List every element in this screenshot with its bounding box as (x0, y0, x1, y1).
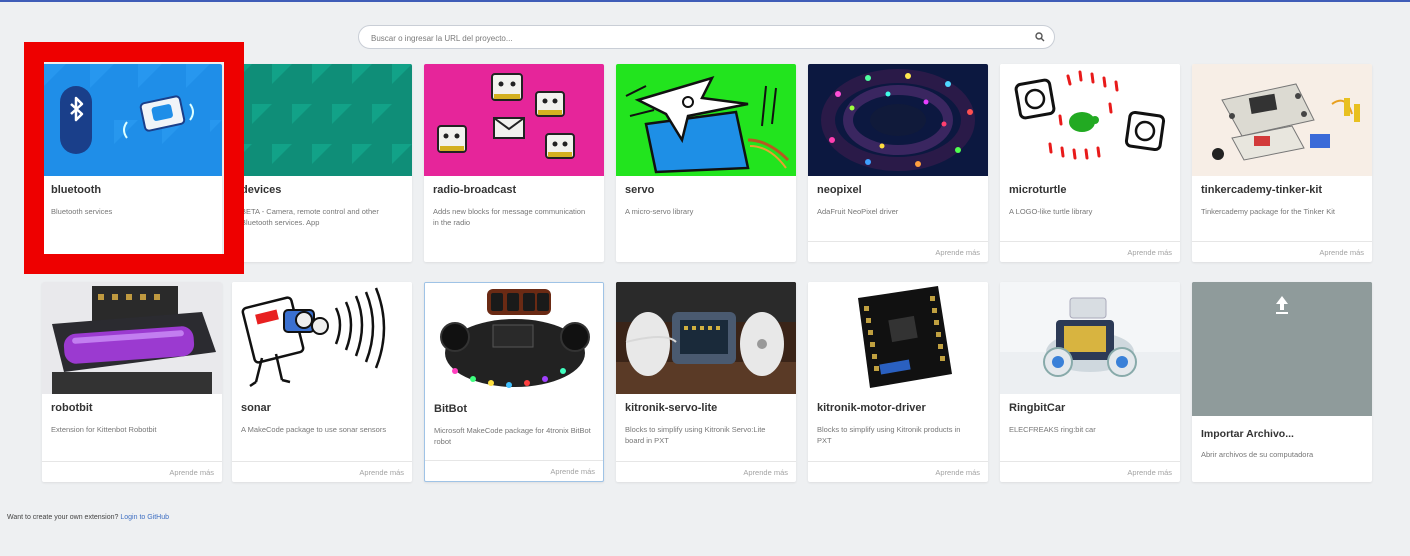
card-description: Tinkercademy package for the Tinker Kit (1201, 207, 1335, 216)
learn-more-link[interactable]: Aprende más (743, 468, 788, 477)
card-description: Blocks to simplify using Kitronik Servo:… (625, 425, 766, 445)
card-title: tinkercademy-tinker-kit (1201, 184, 1323, 196)
card-title: radio-broadcast (433, 184, 517, 196)
card-title: Importar Archivo... (1201, 428, 1294, 440)
top-accent-bar (0, 0, 1410, 2)
card-description: Microsoft MakeCode package for 4tronix B… (434, 426, 591, 446)
card-description: A LOGO-like turtle library (1009, 207, 1093, 216)
card-footer: Aprende más (425, 460, 603, 481)
servo-thumbnail (616, 64, 796, 176)
microturtle-thumbnail (1000, 64, 1180, 176)
card-title: devices (241, 184, 282, 196)
card-description: A micro-servo library (625, 207, 694, 216)
devices-thumbnail (232, 64, 412, 176)
extension-card-kitronik-motor-driver[interactable]: kitronik-motor-driver Blocks to simplify… (808, 282, 988, 482)
card-description: ELECFREAKS ring:bit car (1009, 425, 1096, 434)
card-title: RingbitCar (1009, 402, 1066, 414)
card-title: microturtle (1009, 184, 1067, 196)
extension-card-neopixel[interactable]: neopixel AdaFruit NeoPixel driver Aprend… (808, 64, 988, 262)
import-file-card[interactable]: Importar Archivo... Abrir archivos de su… (1192, 282, 1372, 482)
footer-create-extension: Want to create your own extension? Login… (7, 514, 169, 521)
card-footer: Aprende más (1000, 461, 1180, 482)
card-title: robotbit (51, 402, 93, 414)
card-description: AdaFruit NeoPixel driver (817, 207, 899, 216)
kitronik-motor-driver-thumbnail (808, 282, 988, 394)
tinker-kit-thumbnail (1192, 64, 1372, 176)
extension-card-kitronik-servo-lite[interactable]: kitronik-servo-lite Blocks to simplify u… (616, 282, 796, 482)
footer-text: Want to create your own extension? (7, 514, 119, 521)
extension-card-tinkercademy-tinker-kit[interactable]: tinkercademy-tinker-kit Tinkercademy pac… (1192, 64, 1372, 262)
learn-more-link[interactable]: Aprende más (550, 467, 595, 476)
login-github-link[interactable]: Login to GitHub (120, 514, 169, 521)
card-footer: Aprende más (232, 461, 412, 482)
bitbot-thumbnail (425, 283, 603, 395)
card-title: BitBot (434, 403, 467, 415)
ringbitcar-thumbnail (1000, 282, 1180, 394)
learn-more-link[interactable]: Aprende más (1319, 248, 1364, 257)
card-footer: Aprende más (616, 461, 796, 482)
learn-more-link[interactable]: Aprende más (169, 468, 214, 477)
neopixel-thumbnail (808, 64, 988, 176)
sonar-thumbnail (232, 282, 412, 394)
card-description: Extension for Kittenbot Robotbit (51, 425, 157, 434)
learn-more-link[interactable]: Aprende más (1127, 248, 1172, 257)
card-title: servo (625, 184, 655, 196)
extension-card-servo[interactable]: servo A micro-servo library (616, 64, 796, 262)
card-footer: Aprende más (1000, 241, 1180, 262)
search-bar[interactable] (358, 25, 1055, 50)
card-description: BETA - Camera, remote control and other … (241, 207, 379, 227)
radio-broadcast-thumbnail (424, 64, 604, 176)
card-title: kitronik-servo-lite (625, 402, 718, 414)
extension-card-microturtle[interactable]: microturtle A LOGO-like turtle library A… (1000, 64, 1180, 262)
card-footer: Aprende más (42, 461, 222, 482)
extension-card-ringbitcar[interactable]: RingbitCar ELECFREAKS ring:bit car Apren… (1000, 282, 1180, 482)
search-icon[interactable] (1035, 32, 1045, 42)
card-footer: Aprende más (808, 241, 988, 262)
extension-card-robotbit[interactable]: robotbit Extension for Kittenbot Robotbi… (42, 282, 222, 482)
highlight-box (24, 42, 244, 274)
learn-more-link[interactable]: Aprende más (1127, 468, 1172, 477)
import-thumbnail (1192, 282, 1372, 416)
extension-card-bitbot[interactable]: BitBot Microsoft MakeCode package for 4t… (424, 282, 604, 482)
search-input[interactable] (369, 26, 1023, 50)
learn-more-link[interactable]: Aprende más (935, 468, 980, 477)
learn-more-link[interactable]: Aprende más (935, 248, 980, 257)
extension-card-devices[interactable]: devices BETA - Camera, remote control an… (232, 64, 412, 262)
kitronik-servo-lite-thumbnail (616, 282, 796, 394)
extension-card-radio-broadcast[interactable]: radio-broadcast Adds new blocks for mess… (424, 64, 604, 262)
card-footer: Aprende más (808, 461, 988, 482)
card-title: sonar (241, 402, 271, 414)
card-description: Abrir archivos de su computadora (1201, 450, 1314, 459)
learn-more-link[interactable]: Aprende más (359, 468, 404, 477)
card-description: Adds new blocks for message communicatio… (433, 207, 586, 227)
upload-icon (1192, 282, 1372, 416)
card-title: neopixel (817, 184, 862, 196)
card-description: A MakeCode package to use sonar sensors (241, 425, 387, 434)
extension-card-sonar[interactable]: sonar A MakeCode package to use sonar se… (232, 282, 412, 482)
robotbit-thumbnail (42, 282, 222, 394)
card-footer: Aprende más (1192, 241, 1372, 262)
card-description: Blocks to simplify using Kitronik produc… (817, 425, 961, 445)
card-title: kitronik-motor-driver (817, 402, 926, 414)
